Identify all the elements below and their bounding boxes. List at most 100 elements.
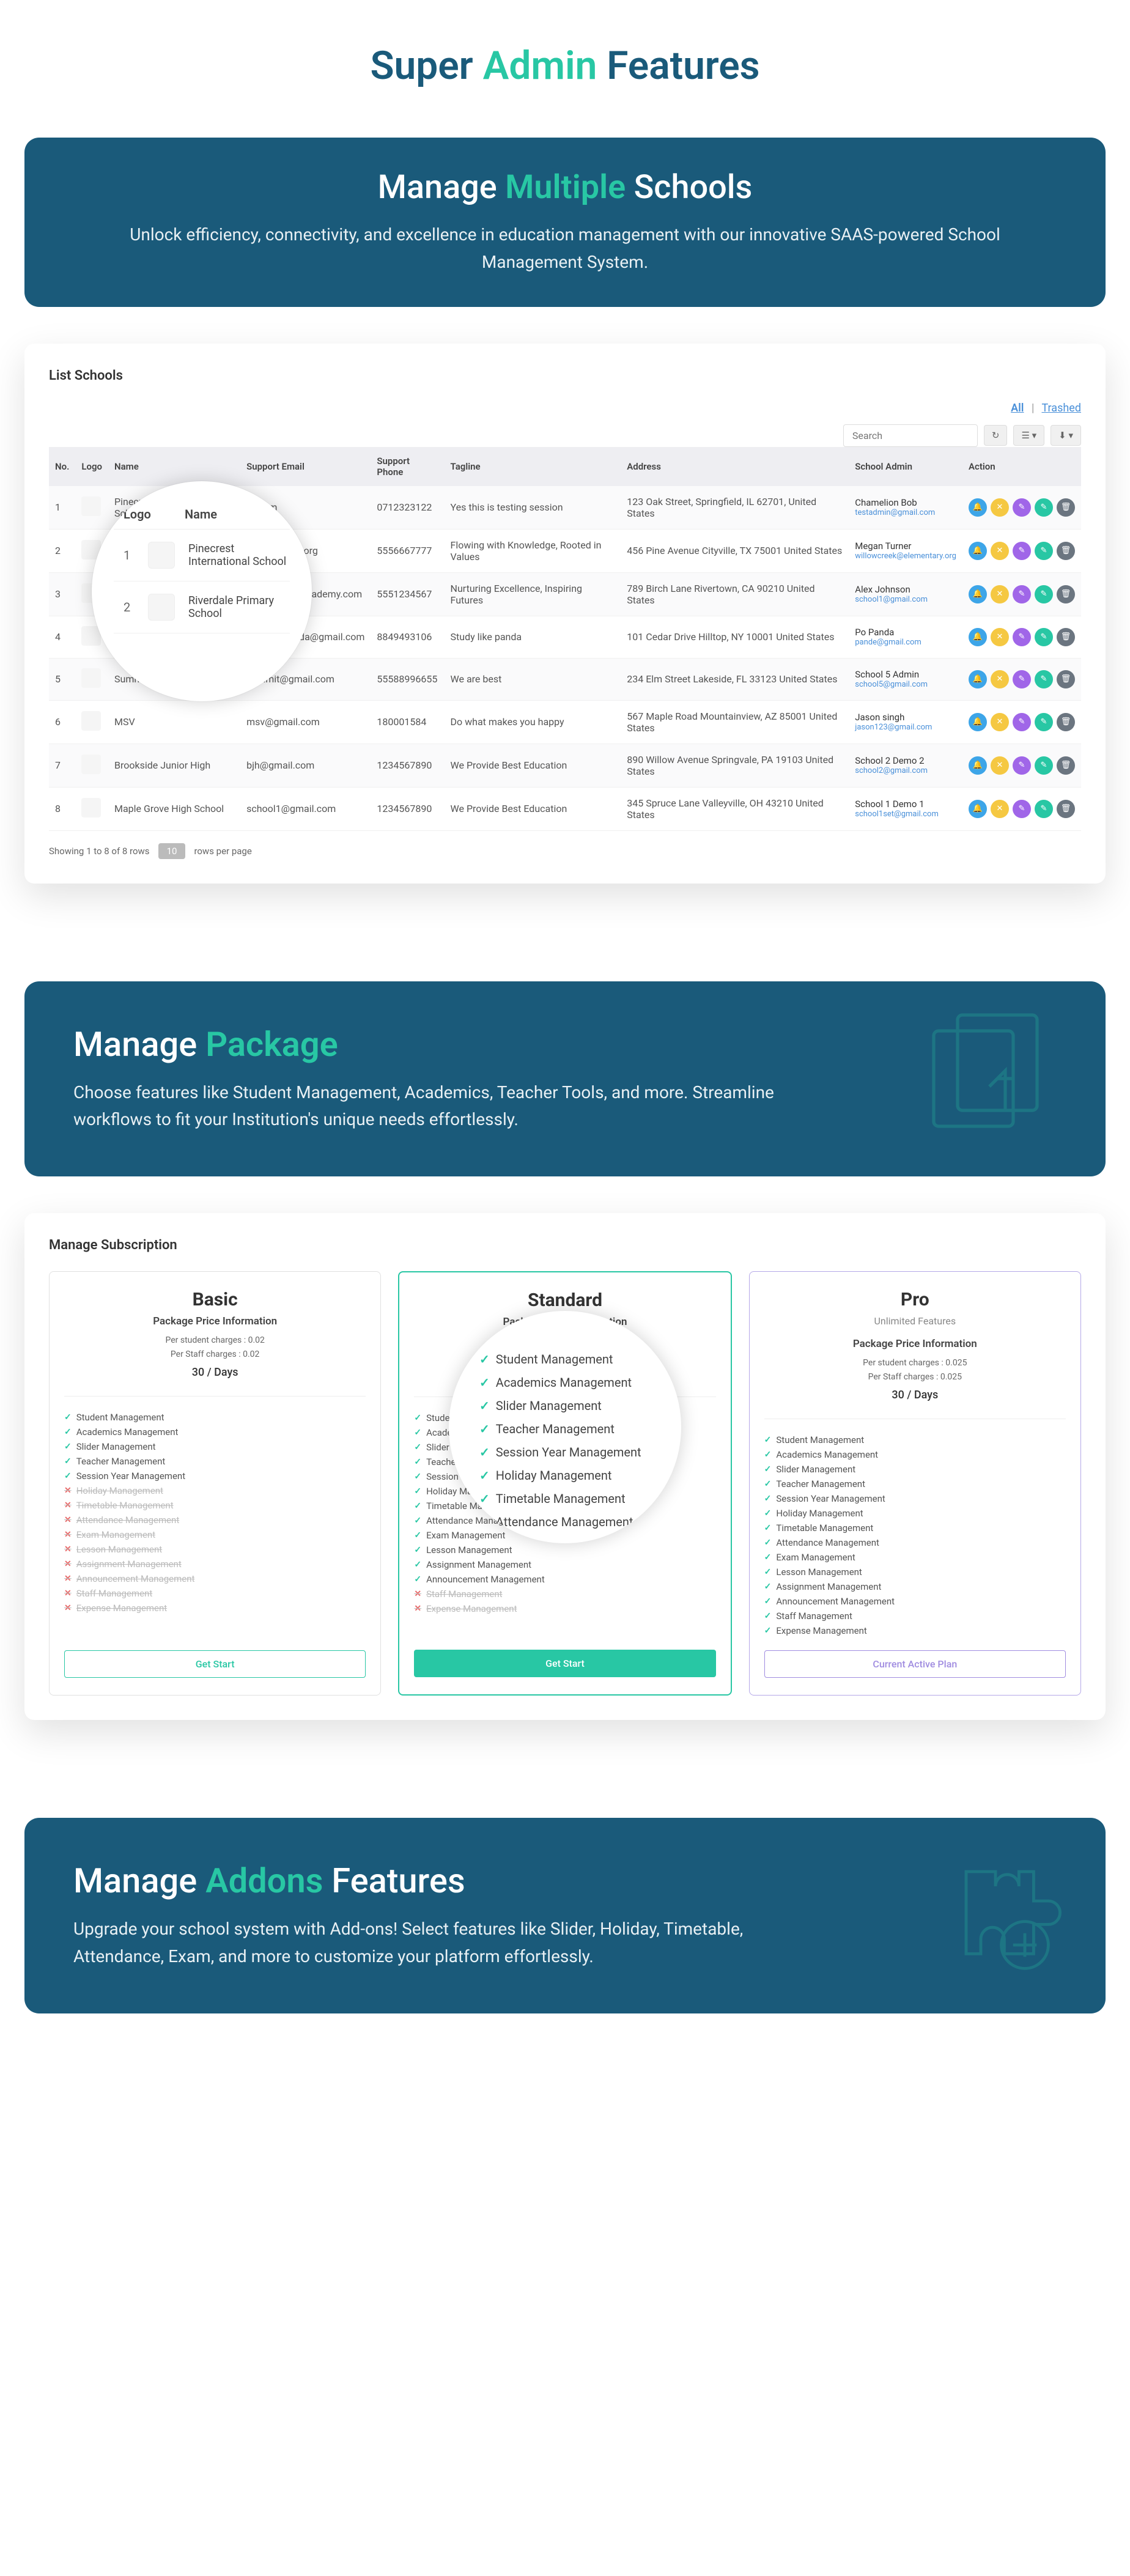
feature-item: Session Year Management <box>764 1491 1066 1506</box>
confirm-button[interactable]: ✎ <box>1035 800 1053 818</box>
feature-item: Exam Management <box>64 1527 366 1542</box>
column-header[interactable]: Name <box>108 447 240 486</box>
confirm-button[interactable]: ✎ <box>1035 628 1053 646</box>
feature-item: Teacher Management <box>64 1454 366 1469</box>
confirm-button[interactable]: ✎ <box>1035 498 1053 517</box>
view-button[interactable]: 🔔 <box>969 670 987 688</box>
feature-item: Holiday Management <box>64 1483 366 1498</box>
zoom-lens-features: Student ManagementAcademics ManagementSl… <box>449 1311 681 1543</box>
warn-button[interactable]: ✕ <box>991 756 1009 775</box>
delete-button[interactable]: 🗑 <box>1057 498 1075 517</box>
table-row: 8 Maple Grove High School school1@gmail.… <box>49 787 1081 830</box>
zoom-feature: Slider Management <box>479 1394 651 1417</box>
delete-button[interactable]: 🗑 <box>1057 713 1075 731</box>
column-header[interactable]: Logo <box>75 447 108 486</box>
view-button[interactable]: 🔔 <box>969 585 987 603</box>
table-row: 7 Brookside Junior High bjh@gmail.com 12… <box>49 744 1081 787</box>
banner-schools: Manage Multiple Schools Unlock efficienc… <box>24 138 1106 307</box>
feature-item: Announcement Management <box>414 1572 715 1587</box>
feature-item: Announcement Management <box>764 1594 1066 1609</box>
feature-item: Expense Management <box>414 1601 715 1616</box>
package-action-button[interactable]: Get Start <box>414 1650 715 1677</box>
view-button[interactable]: 🔔 <box>969 713 987 731</box>
edit-button[interactable]: ✎ <box>1013 670 1031 688</box>
banner-title: Manage Addons Features <box>73 1861 1057 1901</box>
view-button[interactable]: 🔔 <box>969 756 987 775</box>
warn-button[interactable]: ✕ <box>991 542 1009 560</box>
panel-title: Manage Subscription <box>49 1238 1081 1253</box>
package-action-button[interactable]: Get Start <box>64 1650 366 1678</box>
column-header[interactable]: Address <box>621 447 849 486</box>
delete-button[interactable]: 🗑 <box>1057 628 1075 646</box>
delete-button[interactable]: 🗑 <box>1057 756 1075 775</box>
school-logo <box>81 798 101 817</box>
feature-item: Staff Management <box>414 1587 715 1601</box>
feature-item: Slider Management <box>764 1462 1066 1477</box>
warn-button[interactable]: ✕ <box>991 670 1009 688</box>
confirm-button[interactable]: ✎ <box>1035 585 1053 603</box>
delete-button[interactable]: 🗑 <box>1057 670 1075 688</box>
warn-button[interactable]: ✕ <box>991 713 1009 731</box>
warn-button[interactable]: ✕ <box>991 498 1009 517</box>
feature-item: Timetable Management <box>64 1498 366 1513</box>
feature-item: Student Management <box>764 1433 1066 1447</box>
edit-button[interactable]: ✎ <box>1013 713 1031 731</box>
view-button[interactable]: 🔔 <box>969 542 987 560</box>
confirm-button[interactable]: ✎ <box>1035 670 1053 688</box>
package-action-button[interactable]: Current Active Plan <box>764 1650 1066 1678</box>
columns-button[interactable]: ☰ ▾ <box>1013 425 1044 446</box>
export-button[interactable]: ⬇ ▾ <box>1051 425 1081 446</box>
search-input[interactable] <box>843 424 978 447</box>
banner-desc: Upgrade your school system with Add-ons!… <box>73 1916 807 1971</box>
zoom-feature: Timetable Management <box>479 1487 651 1510</box>
banner-addons: Manage Addons Features Upgrade your scho… <box>24 1818 1106 2013</box>
tab-all[interactable]: All <box>1011 402 1024 415</box>
refresh-button[interactable]: ↻ <box>984 425 1008 446</box>
edit-button[interactable]: ✎ <box>1013 542 1031 560</box>
zoom-feature: Academics Management <box>479 1371 651 1394</box>
delete-button[interactable]: 🗑 <box>1057 585 1075 603</box>
feature-item: Expense Management <box>64 1601 366 1615</box>
edit-button[interactable]: ✎ <box>1013 800 1031 818</box>
package-card: BasicPackage Price InformationPer studen… <box>49 1271 381 1696</box>
zoom-feature: Student Management <box>479 1348 651 1371</box>
delete-button[interactable]: 🗑 <box>1057 542 1075 560</box>
edit-button[interactable]: ✎ <box>1013 628 1031 646</box>
column-header[interactable]: Support Phone <box>371 447 444 486</box>
confirm-button[interactable]: ✎ <box>1035 756 1053 775</box>
warn-button[interactable]: ✕ <box>991 800 1009 818</box>
page-size[interactable]: 10 <box>158 843 186 859</box>
column-header[interactable]: Action <box>962 447 1081 486</box>
edit-button[interactable]: ✎ <box>1013 756 1031 775</box>
feature-item: Expense Management <box>764 1623 1066 1638</box>
warn-button[interactable]: ✕ <box>991 628 1009 646</box>
zoom-feature: Holiday Management <box>479 1464 651 1487</box>
confirm-button[interactable]: ✎ <box>1035 542 1053 560</box>
column-header[interactable]: Tagline <box>445 447 621 486</box>
package-icon <box>910 999 1069 1158</box>
view-button[interactable]: 🔔 <box>969 628 987 646</box>
zoom-lens: LogoName 1Pinecrest International School… <box>92 481 312 701</box>
filter-tabs: All | Trashed <box>1011 402 1081 415</box>
column-header[interactable]: Support Email <box>240 447 371 486</box>
zoom-feature: Session Year Management <box>479 1441 651 1464</box>
tab-trashed[interactable]: Trashed <box>1041 402 1081 415</box>
confirm-button[interactable]: ✎ <box>1035 713 1053 731</box>
warn-button[interactable]: ✕ <box>991 585 1009 603</box>
feature-item: Academics Management <box>64 1425 366 1439</box>
school-logo <box>81 496 101 516</box>
edit-button[interactable]: ✎ <box>1013 585 1031 603</box>
delete-button[interactable]: 🗑 <box>1057 800 1075 818</box>
package-name: Basic <box>64 1289 366 1310</box>
feature-item: Staff Management <box>64 1586 366 1601</box>
banner-title: Manage Package <box>73 1024 1057 1065</box>
banner-desc: Choose features like Student Management,… <box>73 1079 807 1134</box>
feature-item: Session Year Management <box>64 1469 366 1483</box>
package-card: ProUnlimited FeaturesPackage Price Infor… <box>749 1271 1081 1696</box>
column-header[interactable]: No. <box>49 447 75 486</box>
column-header[interactable]: School Admin <box>849 447 962 486</box>
view-button[interactable]: 🔔 <box>969 800 987 818</box>
edit-button[interactable]: ✎ <box>1013 498 1031 517</box>
zoom-row: 1Pinecrest International School <box>114 530 290 581</box>
view-button[interactable]: 🔔 <box>969 498 987 517</box>
